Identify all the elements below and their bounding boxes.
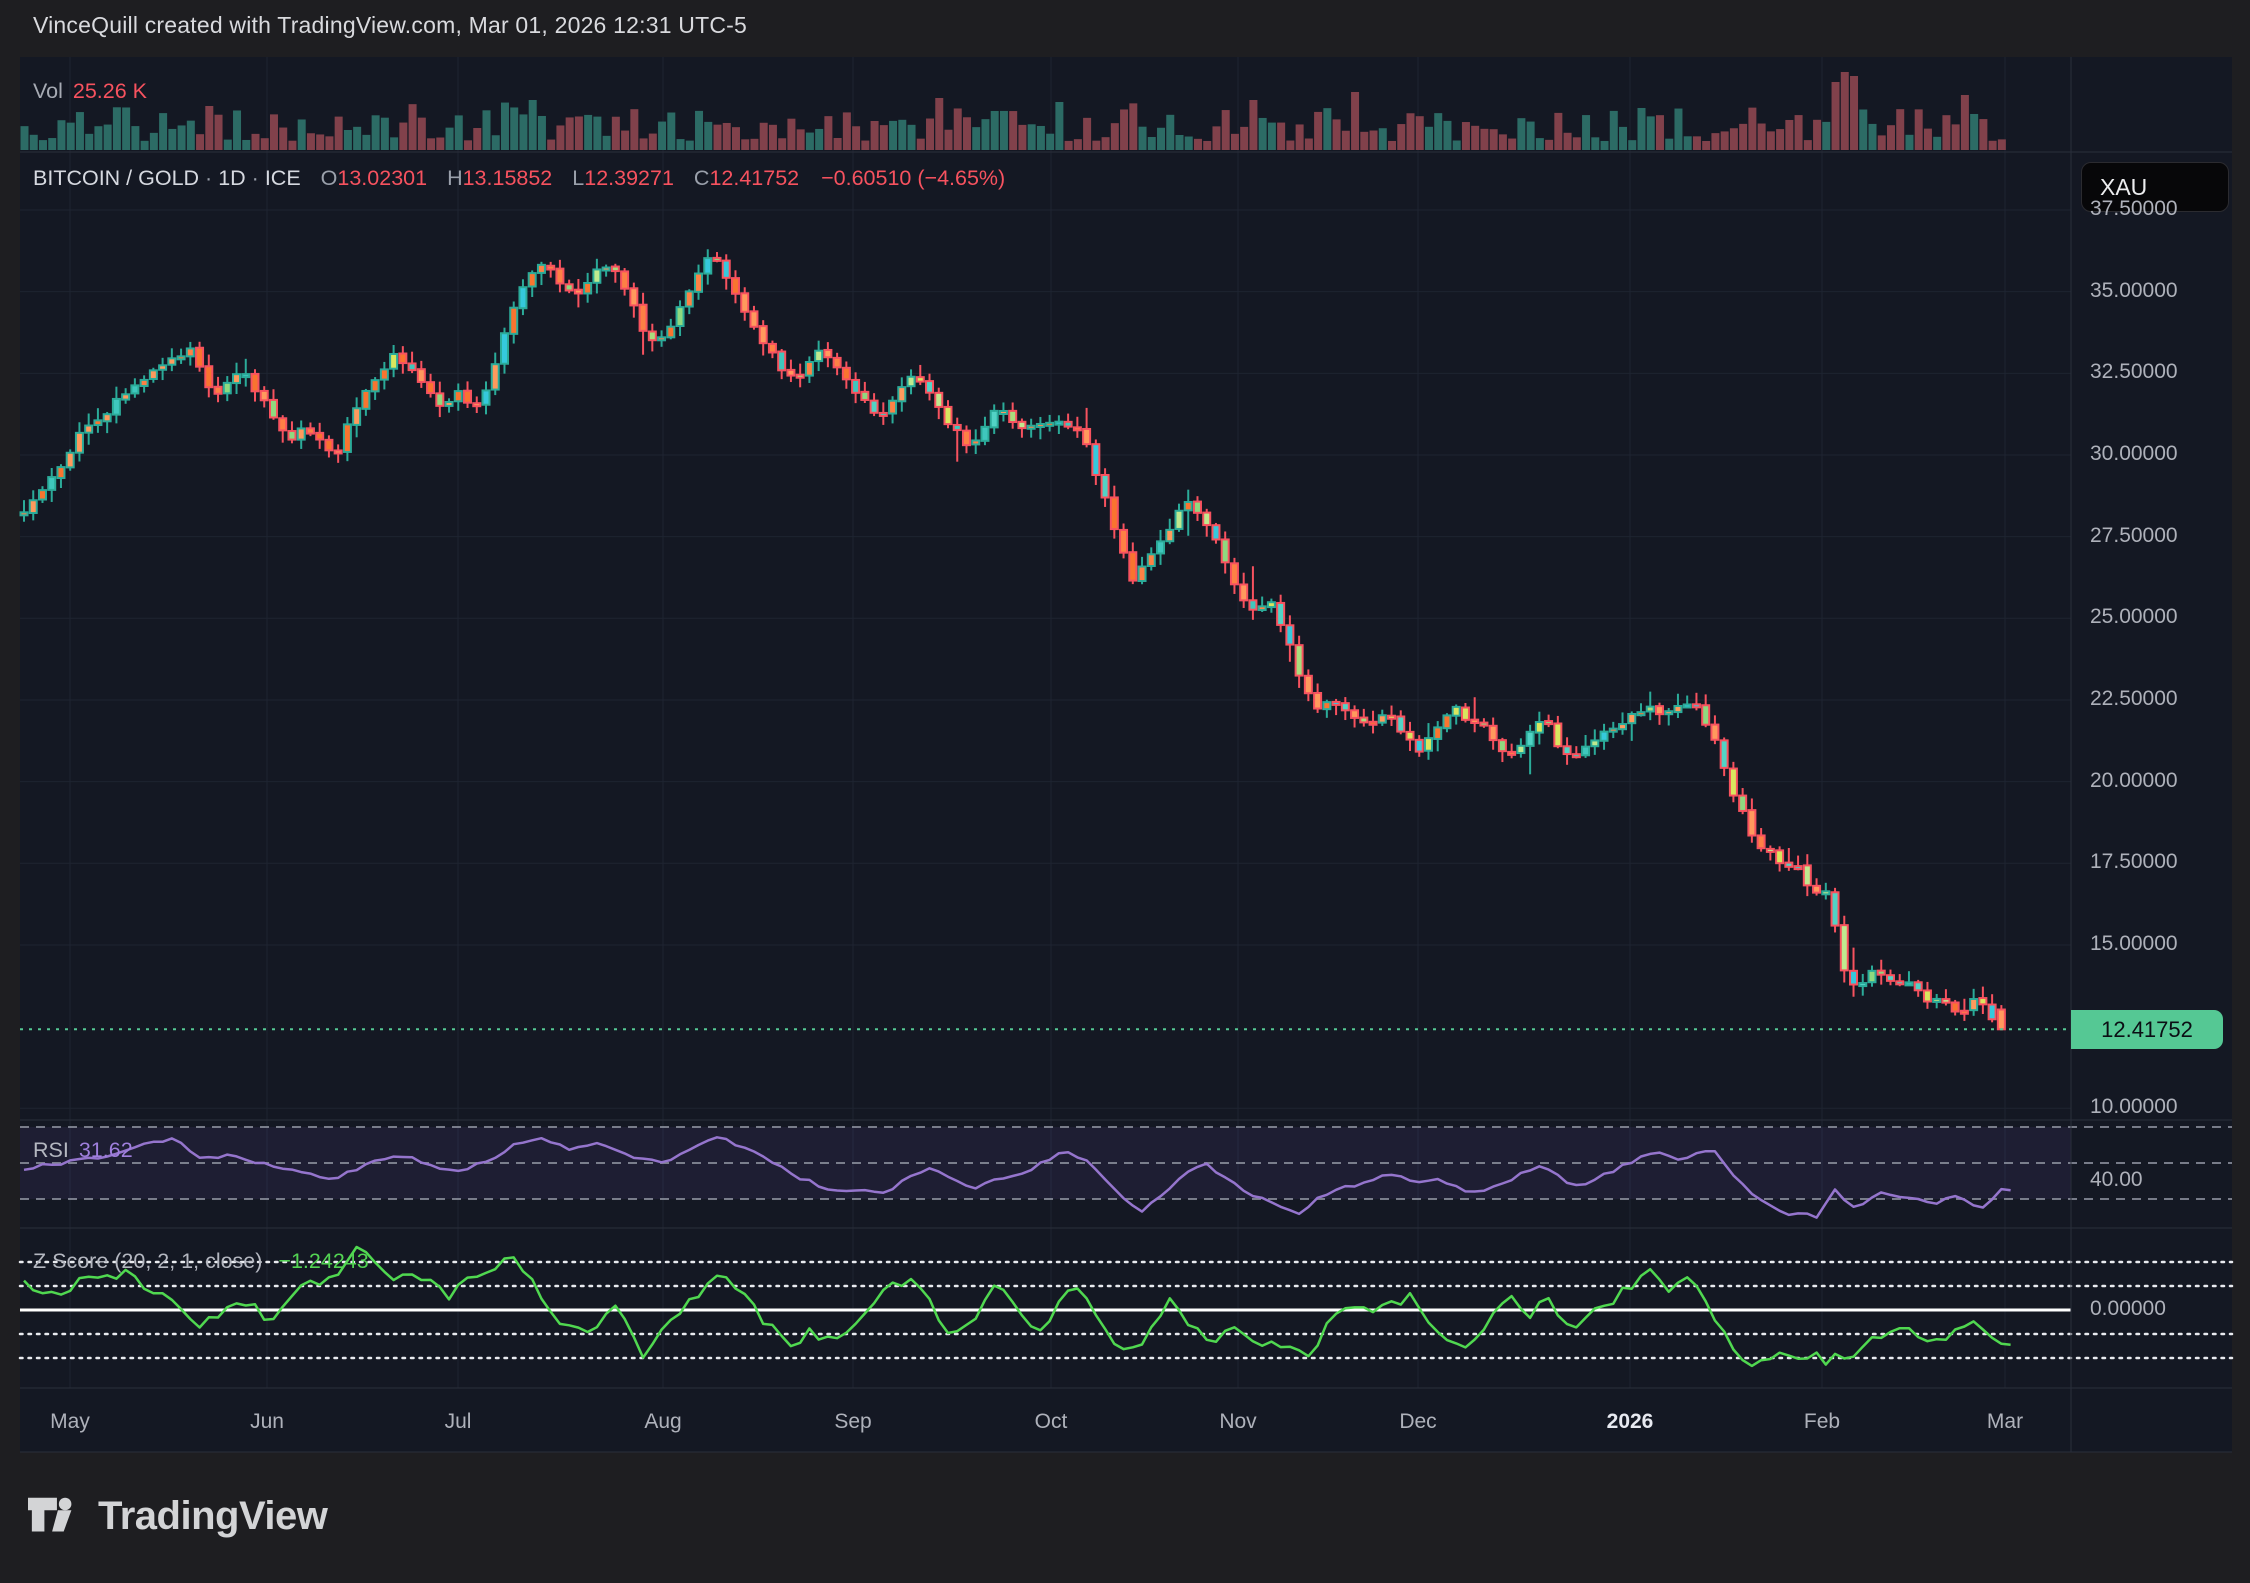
time-axis-label: Jun — [250, 1410, 284, 1434]
symbol-title[interactable]: BITCOIN / GOLD — [33, 166, 199, 190]
time-axis-label: Dec — [1399, 1410, 1436, 1434]
rsi-label: RSI — [33, 1138, 69, 1162]
exchange-label: ICE — [265, 166, 301, 190]
tradingview-chart-page: VinceQuill created with TradingView.com,… — [0, 0, 2250, 1583]
rsi-axis-tick: 40.00 — [2090, 1168, 2143, 1192]
low-value: 12.39271 — [584, 166, 674, 190]
open-value: 13.02301 — [337, 166, 427, 190]
price-axis-tick: 27.50000 — [2090, 524, 2178, 548]
high-key: H — [447, 166, 463, 190]
volume-legend: Vol 25.26 K — [33, 79, 147, 104]
attribution-text: VinceQuill created with TradingView.com,… — [33, 12, 747, 39]
zscore-value: −1.24243 — [278, 1249, 368, 1273]
tradingview-logo[interactable]: TradingView — [28, 1494, 327, 1539]
time-axis-label: Mar — [1987, 1410, 2023, 1434]
time-axis-label: Oct — [1035, 1410, 1068, 1434]
time-axis-label: Jul — [445, 1410, 472, 1434]
price-axis-tick: 32.50000 — [2090, 360, 2178, 384]
time-axis-label: Aug — [644, 1410, 681, 1434]
time-axis-label: May — [50, 1410, 90, 1434]
price-axis-tick: 17.50000 — [2090, 850, 2178, 874]
interval-label[interactable]: 1D — [218, 166, 245, 190]
last-price-badge: 12.41752 — [2071, 1010, 2223, 1049]
rsi-value: 31.62 — [79, 1138, 133, 1162]
price-axis-tick: 15.00000 — [2090, 932, 2178, 956]
time-axis-label: 2026 — [1607, 1410, 1654, 1434]
change-value: −0.60510 (−4.65%) — [821, 166, 1005, 190]
symbol-legend: BITCOIN / GOLD · 1D · ICE O13.02301 H13.… — [33, 166, 1005, 191]
tradingview-logo-icon — [28, 1495, 82, 1539]
chart-canvas[interactable] — [0, 0, 2250, 1583]
price-axis-tick: 22.50000 — [2090, 687, 2178, 711]
low-key: L — [572, 166, 584, 190]
price-axis-tick: 35.00000 — [2090, 279, 2178, 303]
volume-label: Vol — [33, 79, 63, 103]
price-axis-tick: 37.50000 — [2090, 197, 2178, 221]
price-axis-tick: 20.00000 — [2090, 769, 2178, 793]
price-axis-tick: 25.00000 — [2090, 605, 2178, 629]
high-value: 13.15852 — [463, 166, 553, 190]
time-axis-label: Feb — [1804, 1410, 1840, 1434]
close-value: 12.41752 — [709, 166, 799, 190]
price-axis-tick: 10.00000 — [2090, 1095, 2178, 1119]
volume-value: 25.26 K — [73, 79, 147, 103]
open-key: O — [321, 166, 338, 190]
time-axis-label: Nov — [1219, 1410, 1256, 1434]
zscore-axis-tick: 0.00000 — [2090, 1297, 2166, 1321]
zscore-label: Z Score (20, 2, 1, close) — [33, 1249, 262, 1273]
close-key: C — [694, 166, 710, 190]
zscore-legend: Z Score (20, 2, 1, close) −1.24243 — [33, 1249, 369, 1274]
price-axis-tick: 30.00000 — [2090, 442, 2178, 466]
tradingview-wordmark: TradingView — [98, 1494, 327, 1539]
rsi-legend: RSI 31.62 — [33, 1138, 133, 1163]
time-axis-label: Sep — [834, 1410, 871, 1434]
